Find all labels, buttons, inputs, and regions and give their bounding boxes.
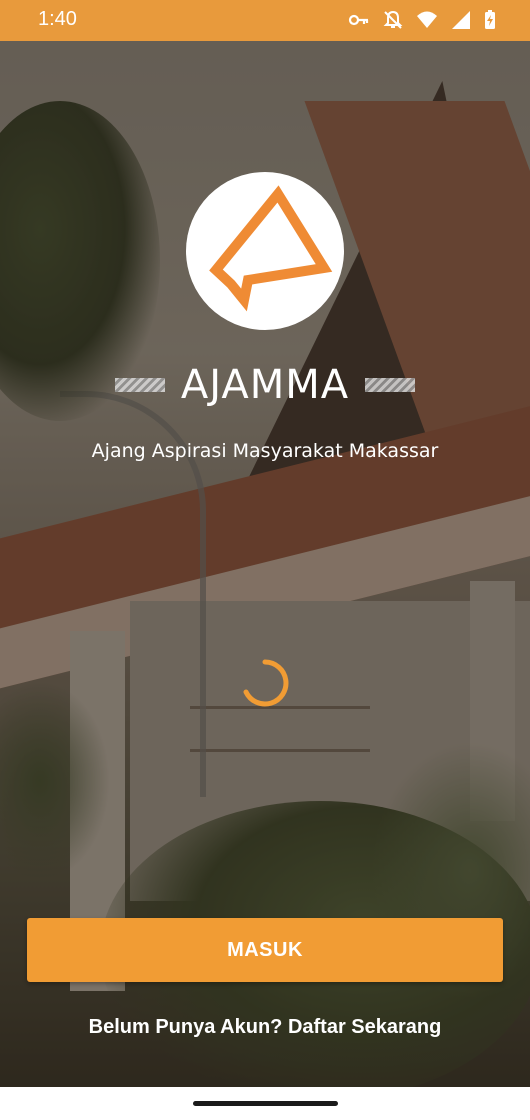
title-row: AJAMMA <box>0 355 530 415</box>
title-decoration-right <box>365 378 416 392</box>
loading-spinner-icon <box>238 656 292 710</box>
speech-bubble-logo-icon <box>209 185 333 312</box>
app-title: AJAMMA <box>180 362 350 408</box>
login-button[interactable]: MASUK <box>27 918 503 982</box>
signal-icon <box>450 10 472 30</box>
splash-screen: 1:40 AJAMMA Ajang Aspirasi Masyarakat Ma… <box>0 0 530 1120</box>
vpn-key-icon <box>348 10 370 30</box>
app-subtitle: Ajang Aspirasi Masyarakat Makassar <box>91 440 439 462</box>
home-indicator[interactable] <box>193 1101 338 1106</box>
navigation-bar <box>0 1087 530 1120</box>
register-link[interactable]: Belum Punya Akun? Daftar Sekarang <box>0 1016 530 1039</box>
status-bar: 1:40 <box>0 0 530 41</box>
battery-charging-icon <box>484 10 496 30</box>
wifi-icon <box>416 10 438 30</box>
notifications-off-icon <box>382 10 404 30</box>
status-icons <box>348 10 496 30</box>
status-time: 1:40 <box>38 8 77 30</box>
app-logo <box>186 172 344 330</box>
title-decoration-left <box>114 378 165 392</box>
